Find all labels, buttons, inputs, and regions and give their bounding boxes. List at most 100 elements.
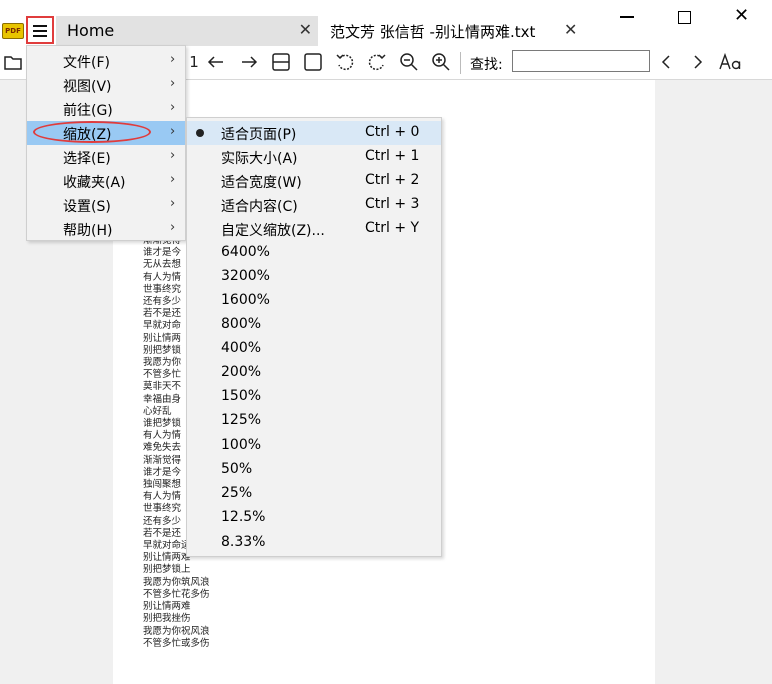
- radio-selected-icon: [196, 129, 204, 137]
- open-folder-icon[interactable]: [2, 51, 24, 73]
- zoom-item-label: 3200%: [221, 268, 270, 284]
- zoom-12-5[interactable]: 12.5%: [187, 506, 441, 530]
- chevron-right-icon: ›: [170, 196, 176, 211]
- menu-item-settings[interactable]: 设置(S) ›: [27, 193, 185, 217]
- menu-item-label: 视图(V): [63, 79, 112, 95]
- zoom-item-label: 自定义缩放(Z)...: [221, 223, 325, 239]
- zoom-400[interactable]: 400%: [187, 337, 441, 361]
- menu-item-label: 缩放(Z): [63, 127, 112, 143]
- zoom-fit-page[interactable]: 适合页面(P) Ctrl + 0: [187, 121, 441, 145]
- zoom-8-33[interactable]: 8.33%: [187, 531, 441, 555]
- zoom-6400[interactable]: 6400%: [187, 241, 441, 265]
- document-line: 别让情两难: [143, 601, 191, 613]
- arrow-right-icon[interactable]: [238, 51, 260, 73]
- menu-item-help[interactable]: 帮助(H) ›: [27, 217, 185, 241]
- search-input[interactable]: [512, 50, 650, 72]
- zoom-item-label: 400%: [221, 340, 262, 356]
- menu-item-label: 前往(G): [63, 103, 113, 119]
- chevron-right-icon: ›: [170, 52, 176, 67]
- menu-item-label: 选择(E): [63, 151, 111, 167]
- window-close-button[interactable]: ✕: [734, 5, 749, 26]
- tab-document-close-icon[interactable]: ✕: [564, 20, 577, 39]
- fit-page-icon[interactable]: [302, 51, 324, 73]
- menu-item-zoom[interactable]: 缩放(Z) ›: [27, 121, 185, 145]
- zoom-item-label: 6400%: [221, 244, 270, 260]
- arrow-left-icon[interactable]: [205, 51, 227, 73]
- zoom-item-shortcut: Ctrl + Y: [365, 220, 420, 236]
- single-page-view-icon[interactable]: [270, 51, 292, 73]
- chevron-right-icon: ›: [170, 220, 176, 235]
- zoom-item-label: 800%: [221, 316, 262, 332]
- zoom-150[interactable]: 150%: [187, 385, 441, 409]
- zoom-item-label: 1600%: [221, 292, 270, 308]
- menu-item-favorites[interactable]: 收藏夹(A) ›: [27, 169, 185, 193]
- zoom-item-label: 12.5%: [221, 509, 266, 525]
- zoom-custom[interactable]: 自定义缩放(Z)... Ctrl + Y: [187, 217, 441, 241]
- tab-home[interactable]: Home ✕: [56, 16, 318, 46]
- zoom-item-label: 200%: [221, 364, 262, 380]
- menu-item-label: 设置(S): [63, 199, 111, 215]
- zoom-item-label: 25%: [221, 485, 253, 501]
- document-line: 我愿为你筑风浪: [143, 576, 210, 588]
- zoom-800[interactable]: 800%: [187, 313, 441, 337]
- main-menu: 文件(F) › 视图(V) › 前往(G) › 缩放(Z) › 选择(E) › …: [26, 45, 186, 241]
- menu-item-label: 文件(F): [63, 55, 110, 71]
- document-line: 别把我挫伤: [143, 613, 191, 625]
- zoom-125[interactable]: 125%: [187, 409, 441, 433]
- hamburger-icon-line: [33, 25, 47, 27]
- menu-item-label: 收藏夹(A): [63, 175, 126, 191]
- zoom-item-shortcut: Ctrl + 1: [365, 148, 420, 164]
- chevron-right-icon: ›: [170, 100, 176, 115]
- chevron-right-icon: ›: [170, 124, 176, 139]
- zoom-out-icon[interactable]: [398, 51, 420, 73]
- find-previous-icon[interactable]: [656, 51, 678, 73]
- zoom-50[interactable]: 50%: [187, 458, 441, 482]
- zoom-fit-width[interactable]: 适合宽度(W) Ctrl + 2: [187, 169, 441, 193]
- main-menu-button[interactable]: [26, 16, 54, 44]
- match-case-icon[interactable]: [718, 51, 744, 73]
- menu-item-view[interactable]: 视图(V) ›: [27, 73, 185, 97]
- app-logo-icon: PDF: [2, 23, 24, 39]
- zoom-item-label: 8.33%: [221, 534, 266, 550]
- zoom-submenu: 适合页面(P) Ctrl + 0 实际大小(A) Ctrl + 1 适合宽度(W…: [186, 117, 442, 557]
- tab-document-label: 范文芳 张信哲 -别让情两难.txt: [330, 23, 536, 41]
- zoom-3200[interactable]: 3200%: [187, 265, 441, 289]
- title-bar: PDF Home ✕ 范文芳 张信哲 -别让情两难.txt ✕ ✕: [0, 0, 772, 46]
- zoom-item-label: 实际大小(A): [221, 151, 298, 167]
- search-label: 查找:: [470, 57, 503, 73]
- page-number-display[interactable]: 1: [183, 51, 205, 73]
- zoom-1600[interactable]: 1600%: [187, 289, 441, 313]
- chevron-right-icon: ›: [170, 148, 176, 163]
- menu-item-select[interactable]: 选择(E) ›: [27, 145, 185, 169]
- zoom-item-label: 适合宽度(W): [221, 175, 302, 191]
- tab-home-close-icon[interactable]: ✕: [299, 20, 312, 39]
- zoom-in-icon[interactable]: [430, 51, 452, 73]
- zoom-item-shortcut: Ctrl + 3: [365, 196, 420, 212]
- document-line: 不管多忙花多伤: [143, 588, 210, 600]
- zoom-100[interactable]: 100%: [187, 434, 441, 458]
- zoom-item-label: 50%: [221, 461, 253, 477]
- document-line: 不管多忙或多伤: [143, 637, 210, 649]
- menu-item-file[interactable]: 文件(F) ›: [27, 49, 185, 73]
- menu-item-label: 帮助(H): [63, 223, 113, 239]
- window-minimize-button[interactable]: [620, 16, 634, 18]
- hamburger-icon-line: [33, 30, 47, 32]
- zoom-item-label: 150%: [221, 388, 262, 404]
- rotate-right-icon[interactable]: [366, 51, 388, 73]
- document-line: 我愿为你祝风浪: [143, 625, 210, 637]
- window-maximize-button[interactable]: [678, 11, 691, 24]
- zoom-item-label: 125%: [221, 412, 262, 428]
- zoom-item-shortcut: Ctrl + 0: [365, 124, 420, 140]
- find-next-icon[interactable]: [686, 51, 708, 73]
- tab-document[interactable]: 范文芳 张信哲 -别让情两难.txt ✕: [330, 16, 592, 46]
- zoom-actual-size[interactable]: 实际大小(A) Ctrl + 1: [187, 145, 441, 169]
- zoom-200[interactable]: 200%: [187, 361, 441, 385]
- zoom-25[interactable]: 25%: [187, 482, 441, 506]
- tab-home-label: Home: [67, 21, 115, 40]
- toolbar-separator: [460, 52, 461, 74]
- menu-item-goto[interactable]: 前往(G) ›: [27, 97, 185, 121]
- hamburger-icon-line: [33, 35, 47, 37]
- chevron-right-icon: ›: [170, 172, 176, 187]
- zoom-fit-content[interactable]: 适合内容(C) Ctrl + 3: [187, 193, 441, 217]
- rotate-left-icon[interactable]: [334, 51, 356, 73]
